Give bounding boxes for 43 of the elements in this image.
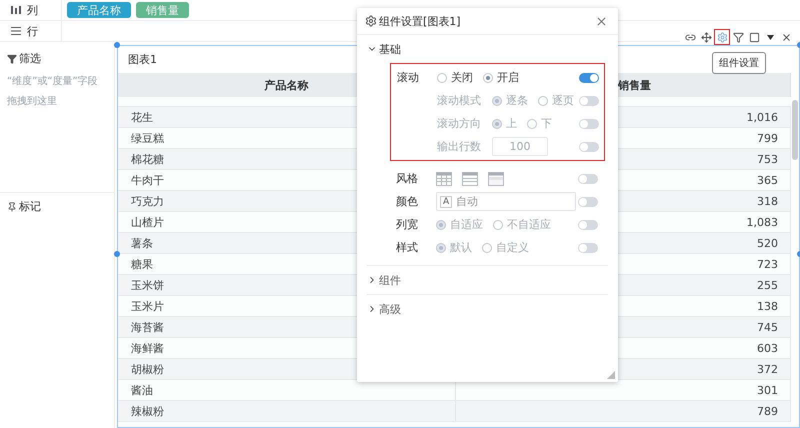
radio-option[interactable]: 开启 [483,70,519,85]
pin-icon [7,202,17,212]
table-style-icon[interactable] [488,172,504,186]
filter-icon[interactable] [731,30,745,44]
rows-icon [10,25,22,37]
filter-title: 筛选 [19,51,41,66]
color-field[interactable]: A 自动 [436,192,576,211]
settings-icon [365,15,377,27]
table-cell: 301 [456,380,791,401]
toggle-switch[interactable] [578,174,598,184]
table-cell: 辣椒粉 [118,401,456,422]
columns-icon [10,5,22,15]
toggle-switch[interactable] [578,196,598,206]
chart-title: 图表1 [128,52,157,67]
field-pill[interactable]: 销售量 [136,2,189,18]
marks-title: 标记 [19,199,41,214]
color-value: 自动 [456,194,478,209]
close-icon[interactable] [595,14,608,28]
square-icon[interactable] [747,30,761,44]
scrollbar[interactable] [792,100,798,160]
field-pill[interactable]: 产品名称 [67,2,131,18]
table-cell: 酱油 [118,380,456,401]
setting-label: 颜色 [396,194,419,209]
dialog-title: 组件设置[图表1] [379,14,461,28]
section-title[interactable]: 组件 [379,272,401,288]
drop-hint: “维度”或“度量”字段拖拽到这里 [7,74,99,109]
rows-label: 行 [27,24,38,38]
toggle-switch[interactable] [579,72,599,82]
table-style-icon[interactable] [436,172,452,186]
move-icon[interactable] [699,30,713,44]
table-style-icon[interactable] [462,172,478,186]
table-cell: 789 [456,401,791,422]
setting-label: 风格 [396,171,419,186]
filter-icon [7,54,17,64]
tooltip: 组件设置 [712,52,766,74]
font-color-badge: A [440,196,452,208]
setting-label: 滚动 [397,70,420,85]
setting-label: 样式 [396,240,419,255]
resize-handle[interactable] [114,42,120,48]
section-title[interactable]: 高级 [379,302,401,316]
section-title[interactable]: 基础 [379,42,401,56]
columns-label: 列 [27,2,38,18]
setting-label: 列宽 [396,217,419,232]
